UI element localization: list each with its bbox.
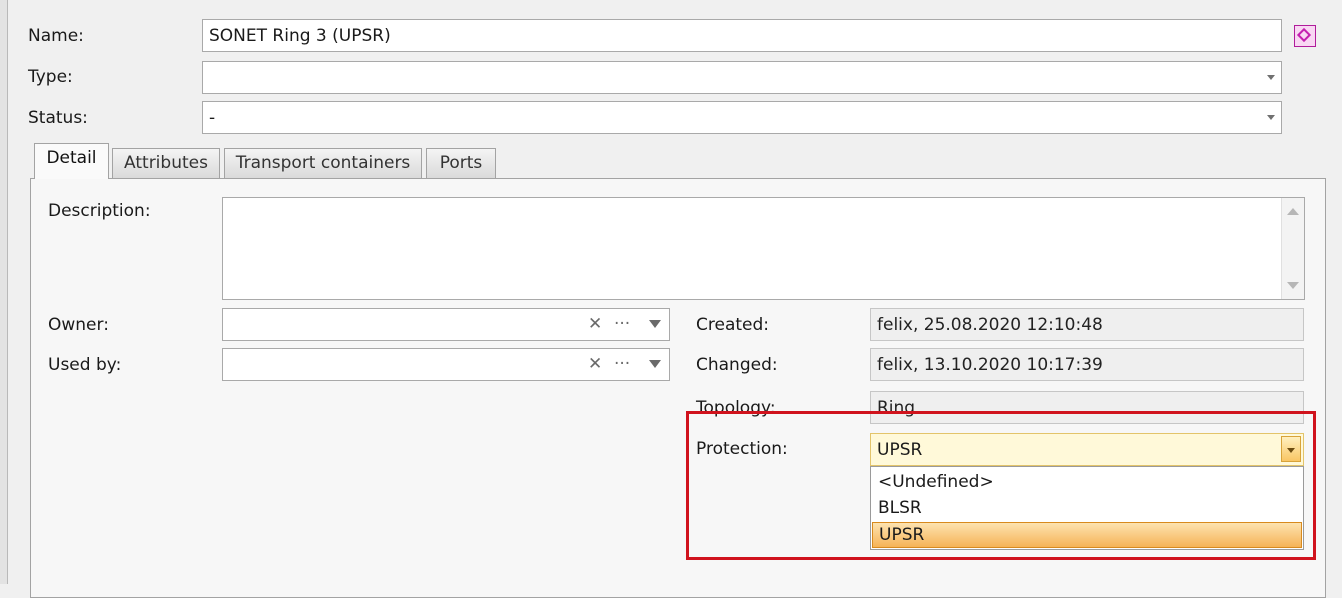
- changed-field: felix, 13.10.2020 10:17:39: [870, 348, 1304, 381]
- type-select[interactable]: [202, 61, 1282, 94]
- description-label: Description:: [48, 201, 151, 221]
- tab-transport-containers[interactable]: Transport containers: [224, 148, 422, 179]
- more-icon[interactable]: ···: [614, 314, 630, 334]
- status-select[interactable]: -: [202, 101, 1282, 134]
- usedby-label: Used by:: [48, 355, 122, 375]
- chevron-down-icon[interactable]: [1267, 75, 1275, 80]
- created-field: felix, 25.08.2020 12:10:48: [870, 308, 1304, 341]
- status-value: -: [209, 108, 216, 128]
- description-scrollbar[interactable]: [1281, 198, 1304, 299]
- created-label: Created:: [696, 315, 770, 335]
- owner-lookup[interactable]: ✕ ···: [222, 308, 670, 341]
- tab-attributes[interactable]: Attributes: [112, 148, 220, 179]
- usedby-lookup[interactable]: ✕ ···: [222, 348, 670, 381]
- close-icon[interactable]: ✕: [588, 354, 602, 374]
- description-textarea[interactable]: [222, 197, 1305, 300]
- chevron-down-icon[interactable]: [649, 360, 661, 368]
- type-label: Type:: [28, 67, 73, 87]
- tab-ports[interactable]: Ports: [426, 148, 496, 179]
- more-icon[interactable]: ···: [614, 354, 630, 374]
- changed-label: Changed:: [696, 355, 778, 375]
- status-label: Status:: [28, 108, 88, 128]
- highlight-annotation: [686, 411, 1316, 560]
- chevron-down-icon[interactable]: [1267, 115, 1275, 120]
- tab-detail[interactable]: Detail: [34, 143, 109, 179]
- name-input[interactable]: SONET Ring 3 (UPSR): [202, 19, 1282, 52]
- scroll-down-icon[interactable]: [1287, 282, 1299, 289]
- scroll-up-icon[interactable]: [1287, 208, 1299, 215]
- diamond-icon[interactable]: [1294, 25, 1316, 47]
- close-icon[interactable]: ✕: [588, 314, 602, 334]
- owner-label: Owner:: [48, 315, 109, 335]
- left-splitter[interactable]: [0, 0, 8, 584]
- chevron-down-icon[interactable]: [649, 320, 661, 328]
- name-label: Name:: [28, 26, 84, 46]
